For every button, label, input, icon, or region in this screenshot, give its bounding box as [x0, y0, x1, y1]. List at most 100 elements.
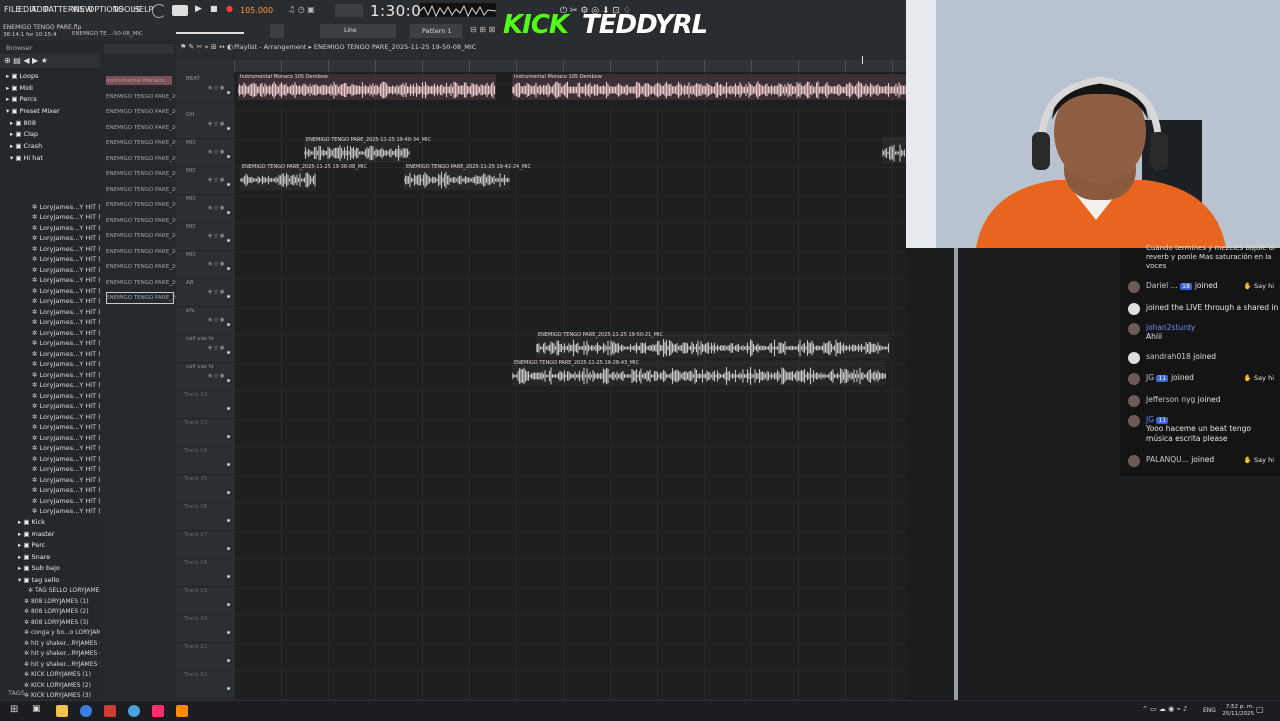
browser-folder[interactable]: ▸ ▣ Midi: [6, 84, 33, 92]
refresh-icon[interactable]: [152, 4, 166, 18]
snap-icon[interactable]: [270, 24, 284, 38]
track-knobs-icon[interactable]: ◉ ◎ ●: [208, 149, 224, 155]
track-header[interactable]: Track 18: [176, 558, 234, 587]
browser-sample-item[interactable]: ✲ LoryJames...Y HIT (8): [32, 276, 107, 284]
track-knobs-icon[interactable]: ◉ ◎ ●: [208, 177, 224, 183]
tray-icons[interactable]: ⌃ ▭ ☁ ◉ ⌁ ♪: [1142, 705, 1187, 713]
track-knobs-icon[interactable]: ◉ ◎ ●: [208, 233, 224, 239]
track-header[interactable]: Track 12: [176, 390, 234, 419]
browser-folder[interactable]: ▾ ▣ Preset Mixer: [6, 107, 60, 115]
track-enable-dot[interactable]: [227, 519, 230, 522]
channel-name[interactable]: ENEMIGO TENGO PARE_20...: [106, 140, 184, 146]
pattern-select[interactable]: Pattern 1: [410, 24, 462, 38]
pattern-song-toggle[interactable]: [172, 5, 188, 16]
browser-sample-item[interactable]: ✲ hit y shaker...RYJAMES (3): [24, 661, 108, 668]
say-hi-button[interactable]: ✋ Say hi: [1244, 456, 1274, 464]
say-hi-button[interactable]: ✋ Say hi: [1244, 374, 1274, 382]
browser-sample-item[interactable]: ✲ hit y shaker...RYJAMES (2): [24, 650, 108, 657]
clip-beat-1[interactable]: Instrumental Monaco 105 Dembow: [238, 74, 496, 100]
browser-folder[interactable]: ▸ ▣ Loops: [6, 72, 39, 80]
channel-name[interactable]: ENEMIGO TENGO PARE_20...: [106, 94, 184, 100]
track-enable-dot[interactable]: [227, 575, 230, 578]
track-header[interactable]: Track 21: [176, 642, 234, 671]
snap-select[interactable]: Line: [320, 24, 396, 38]
track-header[interactable]: Track 17: [176, 530, 234, 559]
track-enable-dot[interactable]: [227, 91, 230, 94]
track-header[interactable]: MIC ◉ ◎ ●: [176, 138, 234, 167]
track-enable-dot[interactable]: [227, 183, 230, 186]
browser-sample-item[interactable]: ✲ TAG SELLO LORYJAMES: [28, 587, 103, 594]
clip-mic-d[interactable]: [882, 137, 906, 163]
channel-name[interactable]: Instrumental Monaco...: [106, 78, 169, 84]
browser-folder[interactable]: ▾ ▣ tag sello: [18, 576, 59, 584]
clip-beat-2[interactable]: Instrumental Monaco 105 Dembow: [512, 74, 906, 100]
obs-icon[interactable]: [128, 705, 140, 717]
chat-username[interactable]: PALANQU...: [1146, 455, 1189, 464]
clip-mic-b[interactable]: ENEMIGO TENGO PARE_2025-11-25 19-38-08_M…: [240, 164, 367, 190]
track-knobs-icon[interactable]: ◉ ◎ ●: [208, 345, 224, 351]
track-header[interactable]: efx ◉ ◎ ●: [176, 306, 234, 335]
track-header[interactable]: Track 13: [176, 418, 234, 447]
track-header[interactable]: MIC ◉ ◎ ●: [176, 250, 234, 279]
browser-sample-item[interactable]: ✲ conga y bo...o LORYJAMES: [24, 629, 109, 636]
browser-sample-item[interactable]: ✲ 808 LORYJAMES (2): [24, 608, 89, 615]
track-knobs-icon[interactable]: ◉ ◎ ●: [208, 261, 224, 267]
language-indicator[interactable]: ENG: [1203, 707, 1216, 714]
metronome-icon[interactable]: ♫ ◷ ▣: [288, 5, 315, 14]
track-enable-dot[interactable]: [227, 687, 230, 690]
brave-icon[interactable]: [104, 705, 116, 717]
clip-mic-a[interactable]: ENEMIGO TENGO PARE_2025-11-25 19-40-34_M…: [304, 137, 431, 163]
browser-sample-item[interactable]: ✲ LoryJames...Y HIT (9): [32, 287, 107, 295]
channel-name[interactable]: ENEMIGO TENGO PARE_20...: [106, 218, 184, 224]
browser-sample-item[interactable]: ✲ LoryJames...Y HIT (1): [32, 203, 107, 211]
browser-sample-item[interactable]: ✲ LoryJames...Y HIT (5): [32, 245, 107, 253]
browser-sample-item[interactable]: ✲ LoryJames...Y HIT (7): [32, 266, 107, 274]
track-enable-dot[interactable]: [227, 351, 230, 354]
track-header[interactable]: AB ◉ ◎ ●: [176, 278, 234, 307]
chat-username[interactable]: JG: [1146, 373, 1154, 382]
playhead-marker[interactable]: [862, 56, 863, 64]
browser-sample-item[interactable]: ✲ KICK LORYJAMES (3): [24, 692, 91, 699]
channel-name[interactable]: ENEMIGO TENGO PARE_20...: [106, 280, 184, 286]
browser-sample-item[interactable]: ✲ LoryJames...Y HIT (3): [32, 224, 107, 232]
tempo-display[interactable]: 105.000: [240, 6, 273, 15]
chat-username[interactable]: JG: [1146, 415, 1154, 424]
browser-sample-item[interactable]: ✲ KICK LORYJAMES (2): [24, 682, 91, 689]
chat-username[interactable]: Jefferson nyg: [1146, 395, 1195, 404]
track-enable-dot[interactable]: [227, 211, 230, 214]
channel-name[interactable]: ENEMIGO TENGO PARE_20...: [106, 233, 184, 239]
track-enable-dot[interactable]: [227, 379, 230, 382]
track-knobs-icon[interactable]: ◉ ◎ ●: [208, 205, 224, 211]
browser-folder[interactable]: ▸ ▣ Kick: [18, 518, 45, 526]
track-enable-dot[interactable]: [227, 155, 230, 158]
taskbar-clock[interactable]: 7:52 p. m. 25/11/2025: [1222, 704, 1254, 718]
fl-studio-icon[interactable]: [176, 705, 188, 717]
playlist-tools-icons[interactable]: ⚑ ✎ ✂ ⌖ ⊞ ↔ ◐: [180, 43, 233, 52]
task-view-icon[interactable]: ▣: [32, 704, 41, 714]
track-enable-dot[interactable]: [227, 463, 230, 466]
track-knobs-icon[interactable]: ◉ ◎ ●: [208, 373, 224, 379]
play-icon[interactable]: ▶: [195, 4, 202, 14]
browser-folder[interactable]: ▸ ▣ Perc: [18, 541, 45, 549]
record-icon[interactable]: ●: [226, 4, 233, 13]
track-enable-dot[interactable]: [227, 323, 230, 326]
track-header[interactable]: Track 19: [176, 586, 234, 615]
browser-sample-item[interactable]: ✲ 808 LORYJAMES (1): [24, 598, 89, 605]
chat-username[interactable]: sandrah018: [1146, 352, 1191, 361]
track-enable-dot[interactable]: [227, 491, 230, 494]
notifications-icon[interactable]: ▢: [1256, 705, 1264, 714]
browser-sample-item[interactable]: ✲ KICK LORYJAMES (1): [24, 671, 91, 678]
channel-name[interactable]: ENEMIGO TENGO PARE_20...: [106, 264, 184, 270]
browser-folder[interactable]: ▸ ▣ Snare: [18, 553, 50, 561]
track-header[interactable]: cell vox fx ◉ ◎ ●: [176, 334, 234, 363]
clip-mic-c[interactable]: ENEMIGO TENGO PARE_2025-11-25 19-42-24_M…: [404, 164, 531, 190]
track-enable-dot[interactable]: [227, 295, 230, 298]
track-enable-dot[interactable]: [227, 603, 230, 606]
track-enable-dot[interactable]: [227, 547, 230, 550]
file-explorer-icon[interactable]: [56, 705, 68, 717]
track-enable-dot[interactable]: [227, 435, 230, 438]
chat-username[interactable]: Dariel ...: [1146, 281, 1178, 290]
track-enable-dot[interactable]: [227, 659, 230, 662]
track-header[interactable]: GH ◉ ◎ ●: [176, 110, 234, 139]
channel-name[interactable]: ENEMIGO TENGO PARE_20...: [106, 156, 184, 162]
